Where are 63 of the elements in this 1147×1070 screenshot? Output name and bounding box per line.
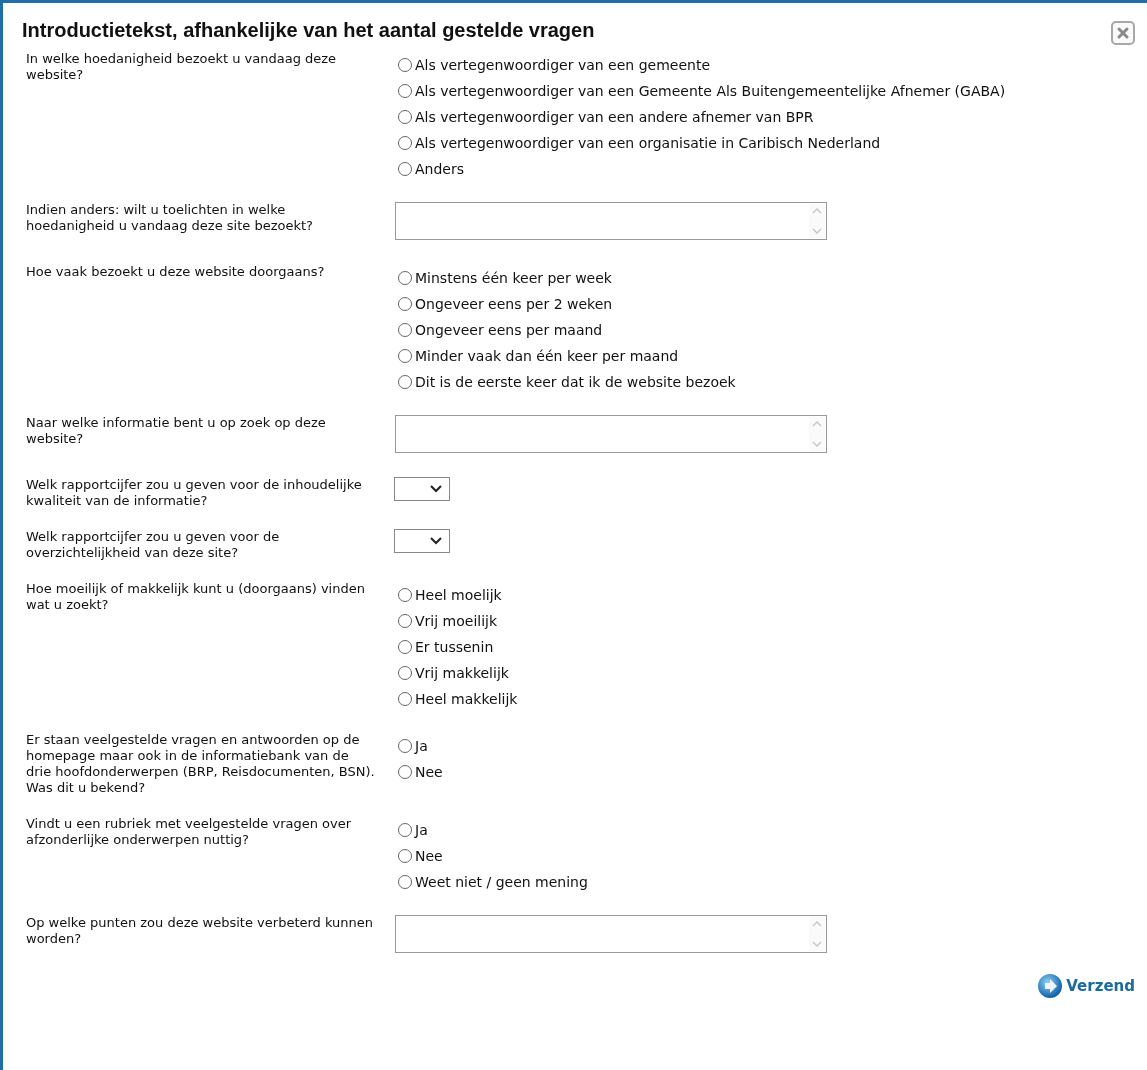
radio-button[interactable] [398,666,412,680]
option-label[interactable]: Als vertegenwoordiger van een Gemeente Als Buitengemeentelijke Afnemer (GABA) [415,83,1006,99]
radio-button[interactable] [398,765,412,779]
option-label[interactable]: Weet niet / geen mening [415,874,588,890]
question-label: Op welke punten zou deze website verbeterd kunnen worden? [26,915,375,948]
radio-button[interactable] [398,271,412,285]
dialog-title: Introductietekst, afhankelijke van het aantal gestelde vragen [22,19,595,42]
option-label[interactable]: Ongeveer eens per 2 weken [415,296,613,312]
scrollbar [809,917,825,951]
question-label: Indien anders: wilt u toelichten in welke hoedanigheid u vandaag deze site bezoekt? [26,202,314,235]
radio-button[interactable] [398,640,412,654]
scrollbar [809,417,825,451]
option-label[interactable]: Heel makkelijk [415,691,518,707]
option-label[interactable]: Minstens één keer per week [415,270,612,286]
question-label: Er staan veelgestelde vragen en antwoorden op de homepage maar ook in de informatiebank van de drie hoofdonderwerpen (BRP, Reisdocumenten, BSN). Was dit u bekend? [26,732,376,796]
radio-button[interactable] [398,375,412,389]
option-label[interactable]: Ongeveer eens per maand [415,322,603,338]
submit-button[interactable]: Verzend [1037,973,1135,999]
radio-button[interactable] [398,614,412,628]
option-label[interactable]: Vrij makkelijk [415,665,509,681]
question-label: In welke hoedanigheid bezoekt u vandaag deze website? [26,51,338,84]
radio-button[interactable] [398,58,412,72]
option-label[interactable]: Dit is de eerste keer dat ik de website bezoek [415,374,736,390]
radio-button[interactable] [398,323,412,337]
chevron-icon [429,484,443,494]
close-button[interactable] [1111,21,1135,45]
scrollbar [809,204,825,238]
dropdown[interactable] [394,477,450,501]
chevron-icon [429,536,443,546]
text-area-field[interactable] [395,202,827,240]
dropdown[interactable] [394,529,450,553]
option-label[interactable]: Als vertegenwoordiger van een andere afnemer van BPR [415,109,814,125]
option-label[interactable]: Nee [415,764,443,780]
radio-button[interactable] [398,875,412,889]
option-label[interactable]: Vrij moeilijk [415,613,498,629]
option-label[interactable]: Heel moelijk [415,587,502,603]
option-label[interactable]: Ja [415,738,428,754]
question-label: Welk rapportcijfer zou u geven voor de overzichtelijkheid van deze site? [26,529,281,561]
question-label: Naar welke informatie bent u op zoek op deze website? [26,415,327,448]
radio-button[interactable] [398,588,412,602]
option-label[interactable]: Nee [415,848,443,864]
option-label[interactable]: Minder vaak dan één keer per maand [415,348,679,364]
radio-button[interactable] [398,823,412,837]
radio-button[interactable] [398,84,412,98]
option-label[interactable]: Als vertegenwoordiger van een gemeente [415,57,710,73]
radio-button[interactable] [398,739,412,753]
radio-button[interactable] [398,110,412,124]
radio-button[interactable] [398,692,412,706]
radio-button[interactable] [398,162,412,176]
question-label: Vindt u een rubriek met veelgestelde vragen over afzonderlijke onderwerpen nuttig? [26,816,353,849]
option-label[interactable]: Als vertegenwoordiger van een organisatie in Caribisch Nederland [415,135,881,151]
option-label[interactable]: Ja [415,822,428,838]
question-label: Hoe vaak bezoekt u deze website doorgaans? [26,264,326,281]
radio-button[interactable] [398,297,412,311]
radio-button[interactable] [398,136,412,150]
question-label: Welk rapportcijfer zou u geven voor de inhoudelijke kwaliteit van de informatie? [26,477,363,509]
question-label: Hoe moeilijk of makkelijk kunt u (doorgaans) vinden wat u zoekt? [26,581,366,614]
option-label[interactable]: Er tussenin [415,639,494,655]
radio-button[interactable] [398,849,412,863]
text-area-field[interactable] [395,415,827,453]
radio-button[interactable] [398,349,412,363]
option-label[interactable]: Anders [415,161,464,177]
text-area-field[interactable] [395,915,827,953]
